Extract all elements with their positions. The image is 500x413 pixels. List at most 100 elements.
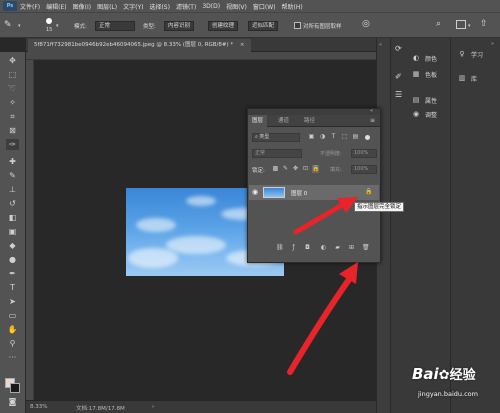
panel-menu-icon[interactable]: ≡	[370, 117, 375, 124]
lock-transparent-icon[interactable]: ▩	[272, 165, 279, 173]
tool-preset-chevron-icon[interactable]: ▾	[18, 23, 21, 29]
search-icon[interactable]: ⌕	[436, 19, 441, 29]
collapse-strip-icon[interactable]: «	[379, 42, 382, 48]
menu-edit[interactable]: 编辑(E)	[46, 2, 66, 11]
zoom-tool-icon[interactable]: ⚲	[6, 338, 19, 349]
healing-brush-tool-icon[interactable]: ✚	[6, 156, 19, 167]
tab-layers[interactable]: 图层	[248, 115, 268, 127]
history-icon[interactable]: ⟳	[395, 44, 402, 53]
workspace-icon[interactable]	[456, 20, 466, 29]
visibility-eye-icon[interactable]: ◉	[252, 188, 258, 196]
filter-toggle-icon[interactable]	[365, 135, 370, 140]
tab-paths[interactable]: 路径	[300, 115, 319, 127]
dodge-tool-icon[interactable]: ●	[6, 254, 19, 265]
new-group-icon[interactable]: ▰	[334, 244, 341, 252]
lock-artboard-icon[interactable]: ⊡	[302, 165, 309, 173]
dock-libraries[interactable]: ▥ 库	[457, 72, 477, 84]
hand-tool-icon[interactable]: ✋	[6, 324, 19, 335]
dock-learn[interactable]: ♀ 学习	[457, 48, 483, 60]
spot-healing-tool-icon[interactable]: ✎	[4, 20, 16, 32]
baidu-watermark: Bai✿经验 jingyan.baidu.com	[410, 360, 500, 410]
dock-properties[interactable]: ▤ 属性	[411, 94, 437, 106]
layer-lock-icon[interactable]: 🔒	[365, 188, 372, 195]
zoom-level[interactable]: 8.33%	[30, 404, 47, 410]
menu-select[interactable]: 选择(S)	[149, 2, 170, 11]
workspace-chevron-icon[interactable]: ▾	[468, 23, 471, 29]
lock-all-icon[interactable]: 🔒	[312, 165, 319, 173]
filter-pixel-icon[interactable]: ▣	[308, 133, 315, 141]
eraser-tool-icon[interactable]: ◧	[6, 212, 19, 223]
add-mask-icon[interactable]: ◘	[304, 244, 311, 252]
layer-style-icon[interactable]: ƒ	[290, 244, 297, 252]
blur-tool-icon[interactable]: ◆	[6, 240, 19, 251]
status-menu-chevron-icon[interactable]: ›	[152, 404, 154, 410]
menu-help[interactable]: 帮助(H)	[282, 2, 303, 11]
panel-collapse-icon[interactable]: «	[370, 108, 373, 114]
menu-file[interactable]: 文件(F)	[20, 2, 40, 11]
document-tab[interactable]: 5f871ff732981be0946b92eb46094065.jpeg @ …	[28, 39, 251, 52]
path-select-tool-icon[interactable]: ➤	[6, 296, 19, 307]
new-layer-icon[interactable]: ⊞	[348, 244, 355, 252]
lasso-tool-icon[interactable]: ➰	[6, 83, 19, 94]
new-adjustment-icon[interactable]: ◐	[320, 244, 327, 252]
move-tool-icon[interactable]: ✥	[6, 55, 19, 66]
eyedropper-tool-icon[interactable]: ✑	[6, 139, 19, 150]
layer-row[interactable]: ◉ 图层 0 🔒	[249, 185, 379, 200]
brush-picker-chevron-icon[interactable]: ▾	[56, 23, 59, 29]
close-tab-icon[interactable]: ×	[240, 42, 245, 48]
layers-panel-tabs: 图层 通道 路径 ≡	[248, 115, 380, 127]
pen-tool-icon[interactable]: ✒	[6, 268, 19, 279]
sample-all-checkbox[interactable]	[294, 22, 301, 29]
filter-kind-select[interactable]: ⌕ 类型	[252, 133, 300, 142]
brush-preview-icon[interactable]	[46, 18, 52, 24]
layer-name[interactable]: 图层 0	[291, 189, 307, 197]
more-tools-icon[interactable]: ···	[6, 352, 19, 363]
quick-select-tool-icon[interactable]: ✧	[6, 97, 19, 108]
lock-pixels-icon[interactable]: ✎	[282, 165, 289, 173]
menu-window[interactable]: 窗口(W)	[253, 2, 276, 11]
fill-input[interactable]: 100%	[351, 165, 377, 174]
share-icon[interactable]: ⇧	[480, 19, 488, 29]
opacity-input[interactable]: 100%	[351, 149, 377, 158]
clone-stamp-tool-icon[interactable]: ⊥	[6, 184, 19, 195]
brush-tool-icon[interactable]: ✎	[6, 170, 19, 181]
photoshop-logo: Ps	[3, 1, 17, 11]
menu-3d[interactable]: 3D(D)	[202, 3, 220, 10]
create-texture-button[interactable]: 创建纹理	[208, 21, 239, 31]
filter-shape-icon[interactable]: ⬚	[341, 133, 348, 141]
collapse-dock-icon[interactable]: »	[491, 41, 494, 47]
history-brush-tool-icon[interactable]: ↺	[6, 198, 19, 209]
marquee-tool-icon[interactable]: ⬚	[6, 69, 19, 80]
dock-adjustments[interactable]: ◉ 调整	[411, 108, 437, 120]
delete-layer-icon[interactable]: 🗑	[362, 244, 370, 252]
blend-mode-select[interactable]: 正常	[252, 149, 302, 158]
link-layers-icon[interactable]: ⛓	[276, 244, 284, 252]
panel-dock: ⟳ ✐ ☰ ◐ 颜色 ▦ 色板 ▤ 属性 ◉ 调整	[390, 38, 450, 413]
dock-swatches[interactable]: ▦ 色板	[411, 68, 437, 80]
filter-adjust-icon[interactable]: ◑	[319, 133, 326, 141]
menu-view[interactable]: 视图(V)	[226, 2, 247, 11]
adjust-sliders-icon[interactable]: ☰	[395, 90, 402, 99]
proximity-match-button[interactable]: 近似匹配	[248, 21, 279, 31]
tab-channels[interactable]: 通道	[274, 115, 293, 127]
filter-smart-icon[interactable]: ▤	[352, 133, 359, 141]
menu-image[interactable]: 图像(I)	[73, 2, 91, 11]
background-color-swatch[interactable]	[10, 383, 20, 393]
dock-color[interactable]: ◐ 颜色	[411, 52, 437, 64]
dock-adjustments-label: 调整	[425, 111, 438, 119]
menu-layer[interactable]: 图层(L)	[97, 2, 117, 11]
mode-select[interactable]: 正常	[95, 21, 135, 31]
gradient-tool-icon[interactable]: ▣	[6, 226, 19, 237]
menu-type[interactable]: 文字(Y)	[123, 2, 143, 11]
crop-tool-icon[interactable]: ⌗	[6, 111, 19, 122]
brush-settings-icon[interactable]: ✐	[395, 72, 402, 81]
filter-type-icon[interactable]: T	[330, 133, 337, 141]
frame-tool-icon[interactable]: ⊠	[6, 125, 19, 136]
quick-mask-icon[interactable]: ◙	[6, 396, 19, 407]
menu-filter[interactable]: 滤镜(T)	[176, 2, 196, 11]
pressure-size-icon[interactable]: ◎	[362, 19, 370, 29]
type-tool-icon[interactable]: T	[6, 282, 19, 293]
shape-tool-icon[interactable]: ▭	[6, 310, 19, 321]
content-aware-button[interactable]: 内容识别	[164, 21, 195, 31]
lock-position-icon[interactable]: ✥	[292, 165, 299, 173]
